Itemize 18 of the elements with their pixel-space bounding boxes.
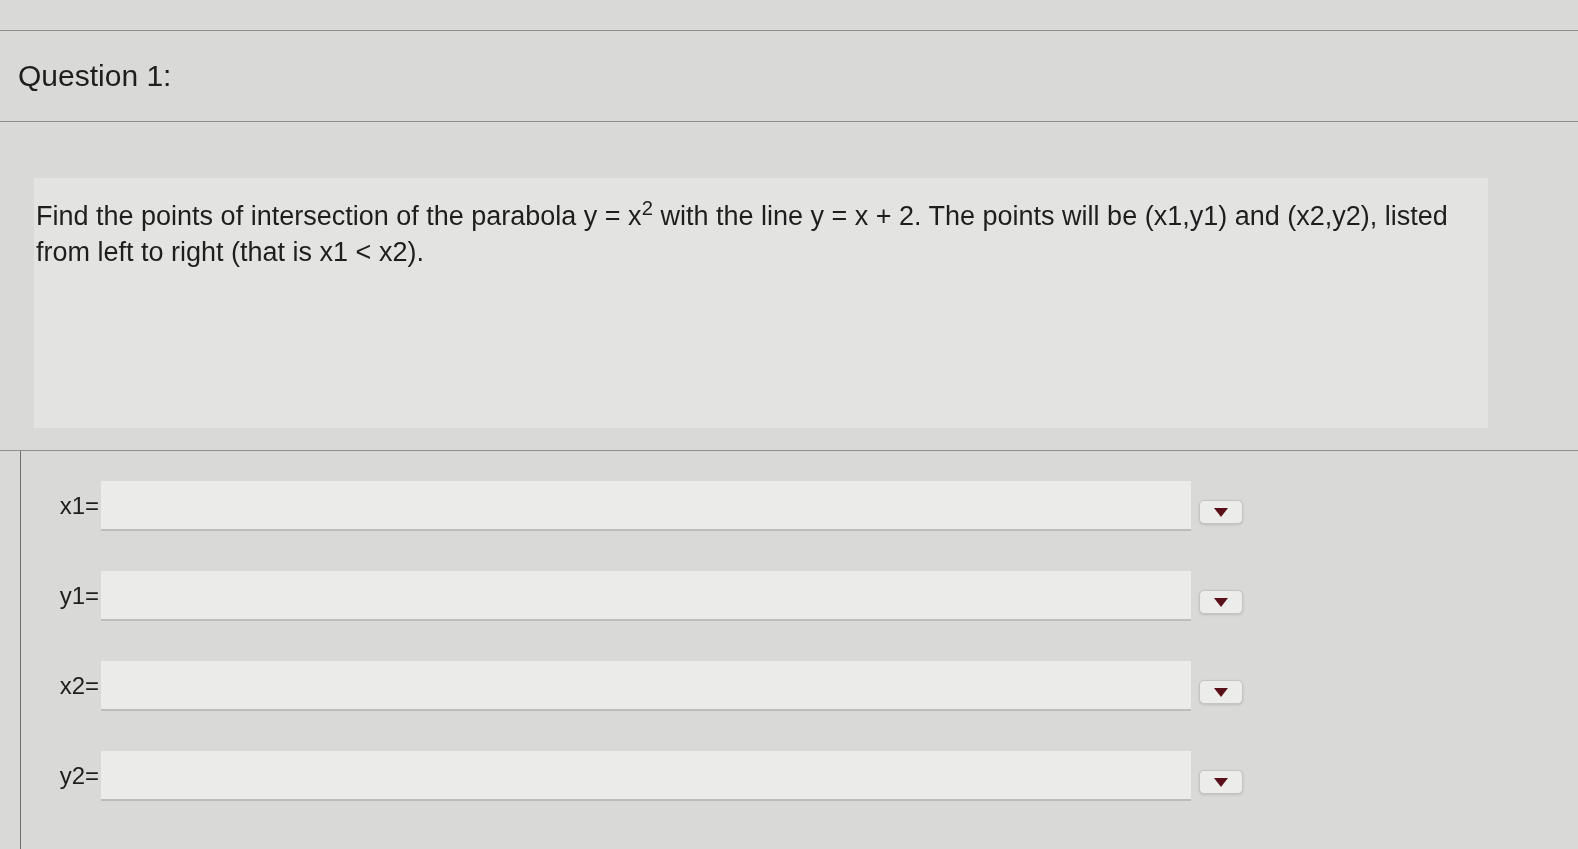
answer-field[interactable] [101, 661, 1191, 711]
answer-label: y1= [59, 584, 99, 608]
caret-down-icon [1214, 597, 1228, 607]
question-text: Find the points of intersection of the parabola y = x$^{2}$ with the line y = x + 2. The points will be (x1,y1) and (x2,y2), listed from left to right (that is x1 < x2). [36, 198, 1449, 269]
answer-label: x1= [59, 494, 99, 518]
answer-label: x2= [59, 674, 99, 698]
answer-field[interactable] [101, 571, 1191, 621]
caret-down-icon [1214, 507, 1228, 517]
answer-field[interactable] [101, 481, 1191, 531]
answer-label: y2= [59, 764, 99, 788]
dropdown-button[interactable] [1199, 770, 1243, 794]
question-title: Question 1: [18, 61, 172, 91]
caret-down-icon [1214, 777, 1228, 787]
dropdown-button[interactable] [1199, 500, 1243, 524]
dropdown-button[interactable] [1199, 680, 1243, 704]
caret-down-icon [1214, 687, 1228, 697]
answer-field[interactable] [101, 751, 1191, 801]
dropdown-button[interactable] [1199, 590, 1243, 614]
